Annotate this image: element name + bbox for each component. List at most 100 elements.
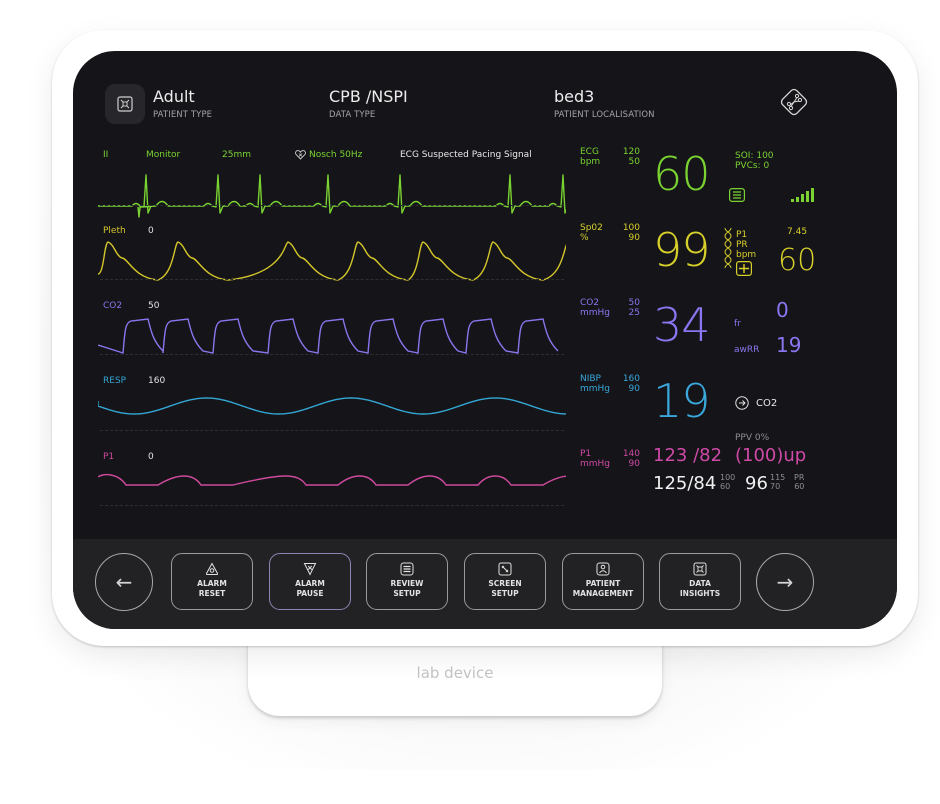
patient-localisation: bed3 PATIENT LOCALISATION <box>554 87 655 121</box>
p1-waveform <box>98 473 566 486</box>
spo2-vital-label: Sp02 % <box>580 223 603 243</box>
localisation-value: bed3 <box>554 87 595 106</box>
alarm-pause-icon <box>303 563 317 576</box>
spo2-vital-name: Sp02 <box>580 223 603 233</box>
arrow-right-icon: → <box>776 570 794 594</box>
p1-mini-label: P1 <box>736 230 748 240</box>
ecg-low-limit: 50 <box>628 157 640 167</box>
ecg-high-limit: 120 <box>622 147 640 157</box>
pleth-waveform <box>98 241 566 281</box>
ecg-list-icon[interactable] <box>729 188 745 202</box>
co2-baseline <box>100 354 564 355</box>
nibp-vital-unit: mmHg <box>580 384 611 394</box>
nibp-value[interactable]: 19 <box>653 378 711 424</box>
data-type-label: DATA TYPE <box>329 110 376 120</box>
co2-value[interactable]: 34 <box>653 302 711 348</box>
bp2-limits: 100 60 <box>720 473 735 491</box>
co2-vital-label: CO2 mmHg <box>580 298 610 318</box>
back-button[interactable]: ← <box>95 553 153 611</box>
arrow-left-icon: ← <box>115 570 133 594</box>
ecg-waveform <box>98 174 566 218</box>
fr-label: fr <box>734 319 741 329</box>
nibp-vital-label: NIBP mmHg <box>580 374 610 394</box>
ecg-speed[interactable]: 25mm <box>222 150 251 160</box>
nibp-high-limit: 160 <box>622 374 640 384</box>
ecg-baseline <box>100 205 564 206</box>
review-icon <box>400 562 414 576</box>
ecg-extra: SOI: 100 PVCs: 0 <box>735 151 774 171</box>
pr2-value[interactable]: 96 <box>745 474 768 494</box>
localisation-label: PATIENT LOCALISATION <box>554 110 655 120</box>
patient-type: Adult PATIENT TYPE <box>153 87 213 121</box>
p1-vital-label: P1 mmHg <box>580 449 610 469</box>
spo2-limits: 100 90 <box>618 223 640 243</box>
bp2-value[interactable]: 125/84 <box>653 474 716 494</box>
p1-bp-value[interactable]: 123 /82 <box>653 446 722 466</box>
p1-label: P1 <box>103 452 115 462</box>
screen-setup-button[interactable]: SCREEN SETUP <box>464 553 546 610</box>
pr-labels: P1 PR bpm <box>736 230 756 260</box>
p1-vital-name: P1 <box>580 449 592 459</box>
screen-setup-label: SCREEN SETUP <box>488 579 522 598</box>
forward-button[interactable]: → <box>756 553 814 611</box>
arrow-circle-icon[interactable] <box>735 396 749 410</box>
ecg-hr-value[interactable]: 60 <box>653 151 711 197</box>
network-icon[interactable] <box>777 85 811 119</box>
data-type-value: CPB /NSPI <box>329 87 408 106</box>
p1-limits: 140 90 <box>618 449 640 469</box>
device-label: lab device <box>416 664 494 682</box>
pr-value[interactable]: 60 <box>778 245 816 277</box>
pr2-low: 70 <box>770 482 781 491</box>
p1-high-limit: 140 <box>622 449 640 459</box>
footer-toolbar: ← ALARM RESET ALARM PAUSE REVIEW SETUP S… <box>73 539 897 629</box>
pleth-baseline <box>100 279 564 280</box>
data-type: CPB /NSPI DATA TYPE <box>329 87 408 121</box>
p1-mini-value: 7.45 <box>787 227 808 237</box>
awrr-value[interactable]: 19 <box>776 334 801 356</box>
alarm-reset-icon <box>205 562 219 575</box>
patient-type-label: PATIENT TYPE <box>153 110 213 120</box>
p1-vital-unit: mmHg <box>580 459 611 469</box>
patient-icon <box>596 562 610 576</box>
p1-low-limit: 90 <box>628 459 640 469</box>
patient-type-value: Adult <box>153 87 195 106</box>
pr2-high: 115 <box>770 473 786 482</box>
signal-strength-icon <box>791 188 814 202</box>
bpm-mini-label: bpm <box>736 250 757 260</box>
bp2-high: 100 <box>720 473 736 482</box>
fr-value[interactable]: 0 <box>776 299 789 321</box>
co2-high-limit: 50 <box>628 298 640 308</box>
monitor-screen: Adult PATIENT TYPE CPB /NSPI DATA TYPE b… <box>73 51 897 629</box>
ecg-vital-unit: bpm <box>580 157 601 167</box>
screen-icon <box>498 562 512 576</box>
awrr-label: awRR <box>734 345 760 355</box>
ecg-vital-name: ECG <box>580 147 599 157</box>
spo2-vital-unit: % <box>580 233 589 243</box>
plus-box-icon[interactable] <box>736 261 752 276</box>
co2-link-label[interactable]: CO2 <box>756 398 777 409</box>
data-insights-label: DATA INSIGHTS <box>679 579 721 598</box>
co2-limits: 50 25 <box>618 298 640 318</box>
review-setup-button[interactable]: REVIEW SETUP <box>366 553 448 610</box>
ecg-mode[interactable]: Monitor <box>146 150 180 160</box>
nibp-vital-name: NIBP <box>580 374 601 384</box>
pr2-extra: PR 60 <box>794 473 804 491</box>
patient-type-button[interactable] <box>105 84 145 124</box>
data-insights-button[interactable]: DATA INSIGHTS <box>659 553 741 610</box>
pvcs-value: PVCs: 0 <box>735 161 770 171</box>
alarm-reset-button[interactable]: ALARM RESET <box>171 553 253 610</box>
p1-mean-value[interactable]: (100)up <box>735 446 806 466</box>
spo2-value[interactable]: 99 <box>653 227 711 273</box>
patient-management-label: PATIENT MANAGEMENT <box>572 579 634 598</box>
nibp-low-limit: 90 <box>628 384 640 394</box>
bp2-low: 60 <box>720 482 731 491</box>
p1-scale: 0 <box>148 452 154 462</box>
co2-vital-unit: mmHg <box>580 308 611 318</box>
ecg-filter[interactable]: Nosch 50Hz <box>309 150 362 160</box>
resp-label: RESP <box>103 376 127 386</box>
pr2-limits: 115 70 <box>770 473 785 491</box>
alarm-pause-button[interactable]: ALARM PAUSE <box>269 553 351 610</box>
ecg-message: ECG Suspected Pacing Signal <box>400 150 532 160</box>
ecg-lead[interactable]: II <box>103 150 108 160</box>
patient-management-button[interactable]: PATIENT MANAGEMENT <box>562 553 644 610</box>
